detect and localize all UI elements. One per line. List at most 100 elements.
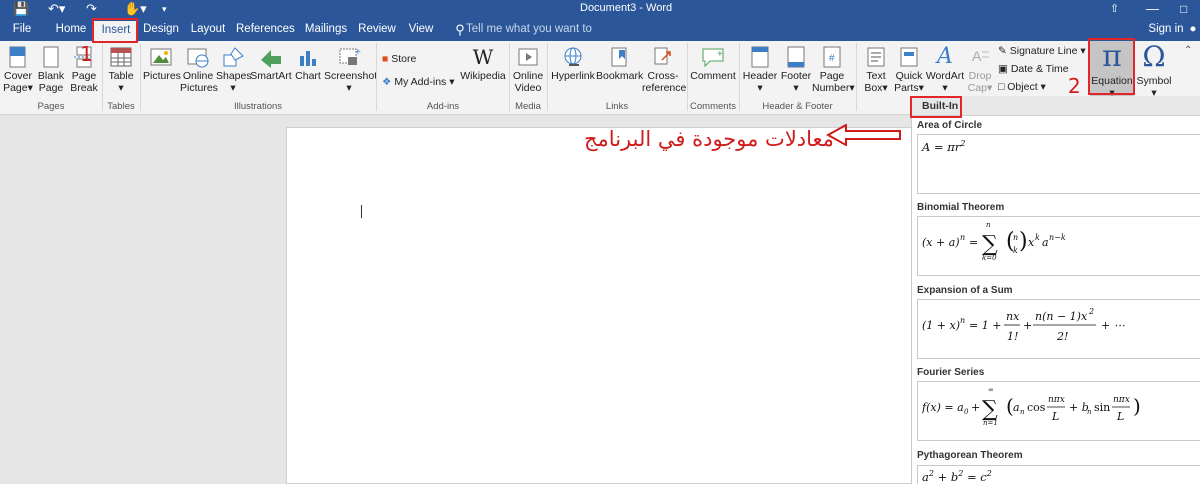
svg-text:a: a [1013,401,1020,414]
svg-text:n: n [1087,408,1092,416]
footer-button[interactable]: Footer ▾ [778,46,814,94]
highlight-equation-button [1088,38,1135,95]
smartart-button[interactable]: SmartArt [250,46,292,82]
header-label: Header [742,70,778,82]
screenshot-button[interactable]: + Screenshot ▾ [324,46,377,94]
customize-qat-icon[interactable]: ▾ [162,1,167,17]
eq-fourier-series[interactable]: f(x) = a0 + ∑ ∞ n=1 ( an cos nπx L + bn s… [917,381,1200,441]
svg-text:n(n − 1)x: n(n − 1)x [1035,310,1088,323]
cross-reference-icon [654,47,671,65]
bookmark-button[interactable]: Bookmark [596,46,643,82]
svg-text:A: A [972,48,982,64]
tab-design[interactable]: Design [140,18,182,41]
cover-page-button[interactable]: Cover Page▾ [2,46,34,94]
date-time-button[interactable]: ▣ Date & Time [998,62,1069,76]
step-number-2: 2 [1068,74,1081,98]
sign-in-link[interactable]: Sign in [1146,18,1186,41]
blank-page-button[interactable]: Blank Page [36,46,66,94]
tell-me-box[interactable]: Tell me what you want to do... [466,18,606,58]
minimize-icon[interactable]: — [1146,1,1159,17]
table-button[interactable]: Table ▾ [104,46,138,94]
svg-text:x: x [1028,236,1035,249]
comment-icon: + [702,48,724,68]
redo-icon[interactable]: ↷ [86,1,97,17]
group-header-footer-label: Header & Footer [762,101,833,112]
svg-text:k: k [1013,246,1018,255]
ribbon-tabs: File Home Insert Design Layout Reference… [0,18,1200,58]
eq-title-fourier: Fourier Series [917,367,985,378]
wordart-button[interactable]: A WordArt ▾ [924,46,966,95]
document-page[interactable] [286,127,916,484]
online-pictures-icon [187,48,209,68]
hyperlink-button[interactable]: Hyperlink [550,46,596,82]
cover-page-label-1: Cover [3,70,32,82]
svg-text:k: k [1035,233,1040,242]
comment-button[interactable]: + Comment [690,46,736,82]
online-video-button[interactable]: Online Video [511,46,545,94]
save-icon[interactable]: 💾 [13,1,29,17]
pictures-label: Pictures [143,70,181,82]
pictures-button[interactable]: Pictures [143,46,181,82]
svg-text:+: + [971,401,980,414]
ribbon-display-icon[interactable]: ⇧ [1110,1,1119,17]
screenshot-icon: + [339,47,361,65]
tab-references[interactable]: References [236,18,295,41]
omega-icon: Ω [1142,40,1166,73]
comment-label: Comment [690,70,736,82]
svg-text:f(x) = a: f(x) = a [922,401,964,414]
svg-text:2!: 2! [1056,330,1068,343]
tab-mailings[interactable]: Mailings [302,18,350,41]
store-button[interactable]: ■ Store [382,52,416,66]
svg-text:+: + [717,49,723,60]
text-cursor [361,205,362,218]
cross-reference-button[interactable]: Cross- reference [642,46,686,94]
tab-file[interactable]: File [4,18,40,41]
eq-expansion-of-sum[interactable]: (1 + x) n = 1 + nx 1! + n(n − 1)x 2 2! + ⋯ [917,299,1200,359]
online-pictures-label-1: Online [182,70,214,82]
eq-binomial-theorem[interactable]: (x + a) n = ∑ n k=0 ( nk ) xk a n−k [917,216,1200,276]
object-button[interactable]: □ Object ▾ [998,80,1046,94]
symbol-button[interactable]: Ω Symbol ▾ [1136,40,1172,100]
chart-button[interactable]: Chart [293,46,323,82]
wikipedia-button[interactable]: W Wikipedia [458,46,508,82]
text-box-button[interactable]: Text Box▾ [859,46,893,94]
online-pictures-button[interactable]: Online Pictures [180,46,218,94]
expansion-formula: (1 + x) n = 1 + nx 1! + n(n − 1)x 2 2! + ⋯ [922,307,1125,343]
quick-parts-label-2: Parts [894,82,919,94]
maximize-icon[interactable]: □ [1180,1,1187,17]
tab-view[interactable]: View [404,18,438,41]
blank-page-label-1: Blank [37,70,65,82]
user-icon[interactable]: ● [1186,18,1200,41]
annotation-arrow-icon [826,124,901,146]
undo-icon[interactable]: ↶▾ [48,1,65,17]
svg-text:sin: sin [1094,401,1110,414]
drop-cap-icon: A [972,48,989,64]
svg-text:n: n [1013,233,1018,242]
tab-layout[interactable]: Layout [188,18,228,41]
collapse-ribbon-icon[interactable]: ⌃ [1184,45,1192,56]
eq-pythagorean-theorem[interactable]: a2 + b2 = c2 [917,465,1200,484]
online-pictures-label-2: Pictures [180,82,218,94]
touch-mode-icon[interactable]: ✋▾ [124,1,147,17]
tab-home[interactable]: Home [52,18,90,41]
table-label: Table [108,70,134,82]
highlight-built-in [910,96,962,118]
group-pages-label: Pages [37,101,65,112]
shapes-label: Shapes [216,70,252,82]
symbol-label: Symbol [1136,75,1172,87]
signature-line-button[interactable]: ✎ Signature Line ▾ [998,44,1086,58]
shapes-button[interactable]: Shapes ▾ [216,46,252,94]
header-icon [751,46,769,68]
addins-icon: ❖ [382,76,392,88]
page-number-button[interactable]: # Page Number▾ [812,46,855,94]
eq-title-binomial: Binomial Theorem [917,202,1005,213]
eq-area-of-circle[interactable]: A = πr2 [917,134,1200,194]
header-button[interactable]: Header ▾ [741,46,779,94]
svg-text:n: n [1020,408,1025,416]
tab-review[interactable]: Review [356,18,398,41]
smartart-icon [261,50,281,68]
my-addins-button[interactable]: ❖ My Add-ins ▾ [382,75,454,89]
svg-text:(1 + x): (1 + x) [922,319,960,332]
quick-parts-button[interactable]: Quick Parts▾ [893,46,925,94]
svg-text:n: n [960,316,965,325]
